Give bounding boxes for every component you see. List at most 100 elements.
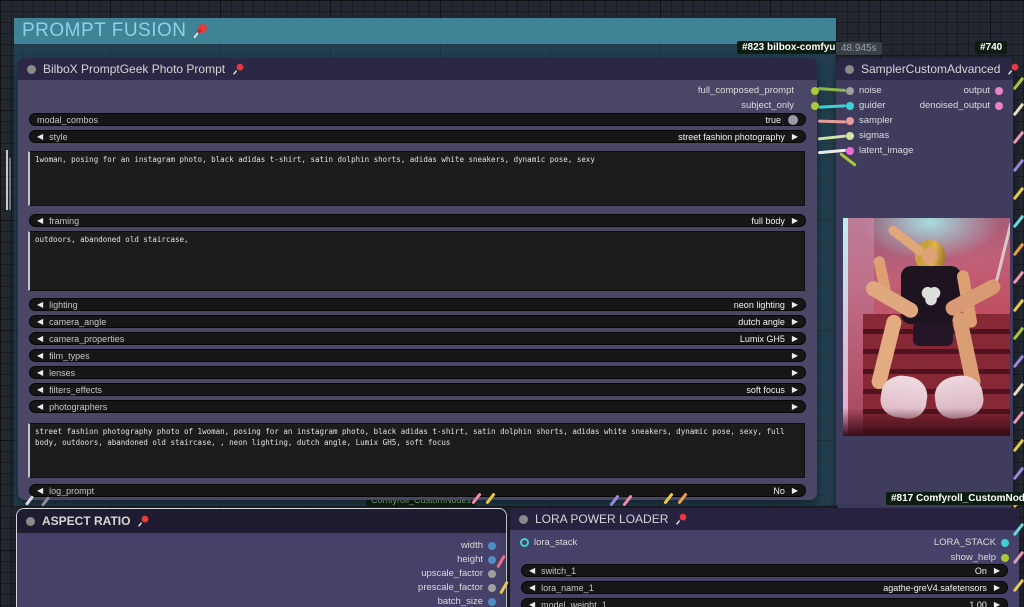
aspect-title-bar[interactable]: ASPECT RATIO [17, 509, 506, 533]
output-slot-batch-size[interactable]: batch_size [438, 595, 496, 607]
wire-fragment [1013, 159, 1024, 173]
output-slot-full-composed-prompt[interactable]: full_composed_prompt [698, 84, 807, 97]
output-slot-upscale-factor[interactable]: upscale_factor [421, 567, 496, 580]
wire-fragment [1013, 411, 1024, 425]
next-arrow-icon[interactable]: ▶ [792, 403, 798, 411]
node-lora-power-loader[interactable]: LORA POWER LOADER lora_stack LORA_STACK … [510, 508, 1019, 607]
next-arrow-icon[interactable]: ▶ [792, 369, 798, 377]
combo-camera-properties[interactable]: ◀camera_properties Lumix GH5▶ [29, 332, 806, 345]
combo-photographers[interactable]: ◀photographers ▶ [29, 400, 806, 413]
output-slot-width[interactable]: width [461, 539, 496, 552]
next-arrow-icon[interactable]: ▶ [792, 386, 798, 394]
combo-value: 1.00 [969, 600, 987, 607]
prev-arrow-icon[interactable]: ◀ [37, 403, 43, 411]
combo-log-prompt[interactable]: ◀log_prompt No▶ [29, 484, 806, 497]
combo-label: camera_angle [49, 317, 106, 327]
input-slot-latent-image[interactable]: latent_image [846, 144, 913, 157]
input-slot-sampler[interactable]: sampler [846, 114, 893, 127]
next-arrow-icon[interactable]: ▶ [792, 352, 798, 360]
next-arrow-icon[interactable]: ▶ [994, 567, 1000, 575]
next-arrow-icon[interactable]: ▶ [994, 601, 1000, 607]
prev-arrow-icon[interactable]: ◀ [37, 487, 43, 495]
slot-label: sigmas [859, 130, 889, 141]
output-slot-lora-stack[interactable]: LORA_STACK [934, 536, 1009, 549]
next-arrow-icon[interactable]: ▶ [792, 301, 798, 309]
combo-value: full body [751, 216, 785, 226]
sampler-title-bar[interactable]: SamplerCustomAdvanced [836, 58, 1013, 80]
prev-arrow-icon[interactable]: ◀ [37, 301, 43, 309]
output-slot-prescale-factor[interactable]: prescale_factor [418, 581, 496, 594]
collapse-dot-icon[interactable] [27, 65, 36, 74]
toggle-knob[interactable] [788, 115, 798, 125]
prev-arrow-icon[interactable]: ◀ [37, 386, 43, 394]
combo-label: framing [49, 216, 79, 226]
wire-fragment [1013, 355, 1024, 369]
next-arrow-icon[interactable]: ▶ [792, 487, 798, 495]
prev-arrow-icon[interactable]: ◀ [37, 369, 43, 377]
slot-dot-icon [846, 87, 854, 95]
pin-icon [675, 513, 688, 526]
next-arrow-icon[interactable]: ▶ [792, 133, 798, 141]
collapse-dot-icon[interactable] [519, 515, 528, 524]
group-prompt-fusion-header[interactable]: PROMPT FUSION [14, 18, 836, 44]
prev-arrow-icon[interactable]: ◀ [529, 567, 535, 575]
lora-title-bar[interactable]: LORA POWER LOADER [510, 508, 1019, 530]
input-slot-lora-stack[interactable]: lora_stack [520, 536, 577, 549]
combo-switch-1[interactable]: ◀switch_1 On▶ [521, 564, 1008, 577]
output-slot-subject-only[interactable]: subject_only [741, 99, 807, 112]
slot-dot-icon [846, 102, 854, 110]
input-slot-noise[interactable]: noise [846, 84, 882, 97]
subject-textarea[interactable]: 1woman, posing for an instagram photo, b… [28, 151, 805, 206]
combo-style[interactable]: ◀style street fashion photography▶ [29, 130, 806, 143]
composed-prompt-textarea[interactable]: street fashion photography photo of 1wom… [28, 423, 805, 478]
prev-arrow-icon[interactable]: ◀ [37, 133, 43, 141]
environment-textarea[interactable]: outdoors, abandoned old staircase, [28, 231, 805, 291]
next-arrow-icon[interactable]: ▶ [792, 335, 798, 343]
slot-label: subject_only [741, 100, 794, 111]
lora-title: LORA POWER LOADER [535, 512, 668, 526]
wire-fragment [9, 158, 11, 210]
combo-lora-name-1[interactable]: ◀lora_name_1 agathe-greV4.safetensors▶ [521, 581, 1008, 594]
combo-film-types[interactable]: ◀film_types ▶ [29, 349, 806, 362]
slot-label: lora_stack [534, 537, 577, 548]
group-title: PROMPT FUSION [22, 20, 187, 42]
combo-filters-effects[interactable]: ◀filters_effects soft focus▶ [29, 383, 806, 396]
collapse-dot-icon[interactable] [845, 65, 854, 74]
node-aspect-ratio[interactable]: ASPECT RATIO width height upscale_factor… [16, 508, 507, 607]
wire-fragment [1013, 243, 1024, 257]
toggle-modal-combos[interactable]: modal_combos true [29, 113, 806, 126]
aspect-title: ASPECT RATIO [42, 514, 130, 528]
combo-framing[interactable]: ◀ framing full body ▶ [29, 214, 806, 227]
prev-arrow-icon[interactable]: ◀ [529, 584, 535, 592]
slot-dot-icon [488, 570, 496, 578]
combo-lighting[interactable]: ◀lighting neon lighting▶ [29, 298, 806, 311]
pin-icon [137, 515, 150, 528]
prev-arrow-icon[interactable]: ◀ [37, 217, 43, 225]
wire-fragment [1013, 103, 1024, 117]
bilbox-title-bar[interactable]: BilboX PromptGeek Photo Prompt [18, 58, 817, 80]
slider-model-weight-1[interactable]: ◀model_weight_1 1.00▶ [521, 598, 1008, 607]
combo-camera-angle[interactable]: ◀camera_angle dutch angle▶ [29, 315, 806, 328]
slot-label: sampler [859, 115, 893, 126]
next-arrow-icon[interactable]: ▶ [994, 584, 1000, 592]
toggle-value: true [765, 115, 781, 125]
output-slot-denoised-output[interactable]: denoised_output [920, 99, 1003, 112]
input-slot-guider[interactable]: guider [846, 99, 885, 112]
combo-lenses[interactable]: ◀lenses ▶ [29, 366, 806, 379]
node-bilbox-promptgeek[interactable]: BilboX PromptGeek Photo Prompt full_comp… [18, 58, 817, 500]
output-slot-output[interactable]: output [964, 84, 1003, 97]
sampler-title: SamplerCustomAdvanced [861, 62, 1000, 76]
collapse-dot-icon[interactable] [26, 517, 35, 526]
prev-arrow-icon[interactable]: ◀ [529, 601, 535, 607]
output-slot-height[interactable]: height [457, 553, 496, 566]
next-arrow-icon[interactable]: ▶ [792, 217, 798, 225]
next-arrow-icon[interactable]: ▶ [792, 318, 798, 326]
input-slot-sigmas[interactable]: sigmas [846, 129, 889, 142]
slot-dot-icon [488, 598, 496, 606]
prev-arrow-icon[interactable]: ◀ [37, 352, 43, 360]
node-graph-canvas[interactable]: PROMPT FUSION Comfyroll_CustomNodes Bilb… [0, 0, 1024, 607]
prev-arrow-icon[interactable]: ◀ [37, 318, 43, 326]
output-slot-show-help[interactable]: show_help [951, 551, 1009, 564]
prev-arrow-icon[interactable]: ◀ [37, 335, 43, 343]
node-sampler-custom-advanced[interactable]: SamplerCustomAdvanced noise guider sampl… [836, 58, 1013, 510]
